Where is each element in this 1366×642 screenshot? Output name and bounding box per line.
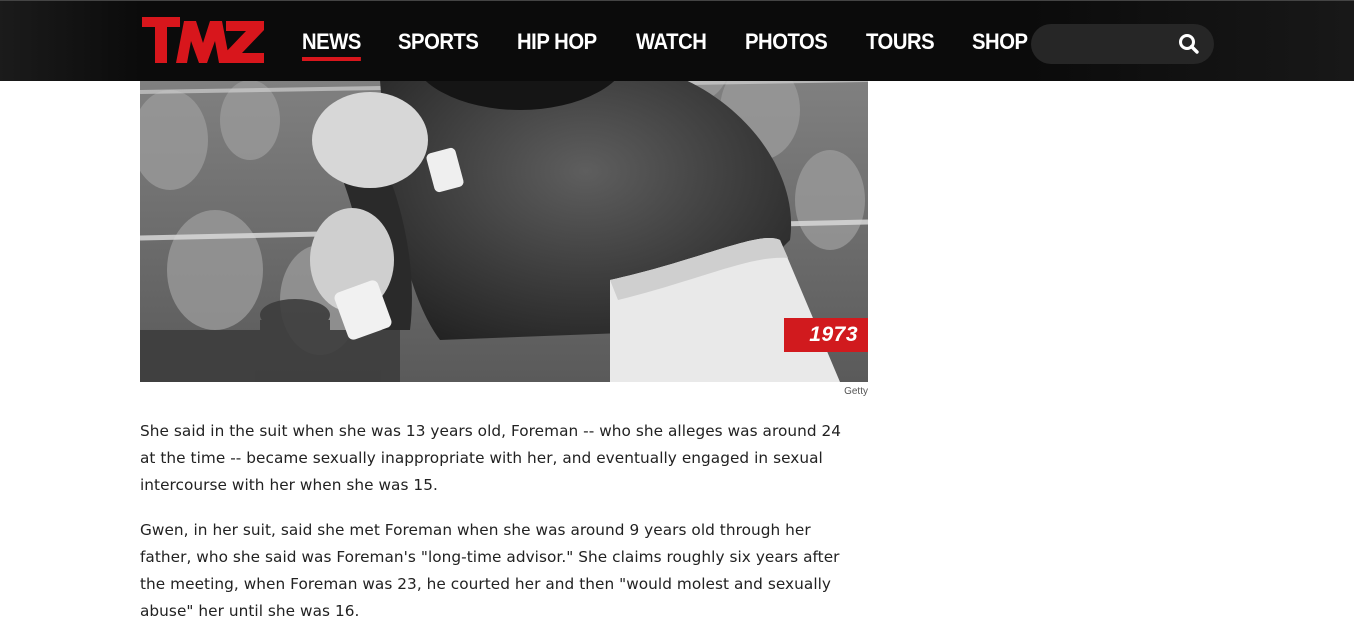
nav-item-tours[interactable]: TOURS xyxy=(866,29,935,55)
tmz-logo-icon xyxy=(142,17,264,63)
search-input[interactable] xyxy=(1047,32,1181,58)
nav-item-shop[interactable]: SHOP xyxy=(972,29,1028,55)
article-paragraph-1: She said in the suit when she was 13 yea… xyxy=(140,422,842,494)
nav-item-photos[interactable]: PHOTOS xyxy=(745,29,828,55)
photo-credit: Getty xyxy=(844,386,868,397)
main-nav: NEWS SPORTS HIP HOP WATCH PHOTOS TOURS S… xyxy=(302,1,1065,81)
nav-item-watch[interactable]: WATCH xyxy=(636,29,707,55)
nav-item-hip-hop[interactable]: HIP HOP xyxy=(517,29,597,55)
nav-item-sports[interactable]: SPORTS xyxy=(398,29,479,55)
tmz-logo[interactable] xyxy=(140,13,266,67)
article-paragraph-2: Gwen, in her suit, said she met Foreman … xyxy=(140,521,840,620)
search-icon[interactable] xyxy=(1178,33,1200,55)
site-header: NEWS SPORTS HIP HOP WATCH PHOTOS TOURS S… xyxy=(0,0,1354,81)
year-badge: 1973 xyxy=(784,318,868,352)
page: 1973 Getty She said in the suit when she… xyxy=(0,0,1366,642)
nav-item-news[interactable]: NEWS xyxy=(302,29,361,61)
